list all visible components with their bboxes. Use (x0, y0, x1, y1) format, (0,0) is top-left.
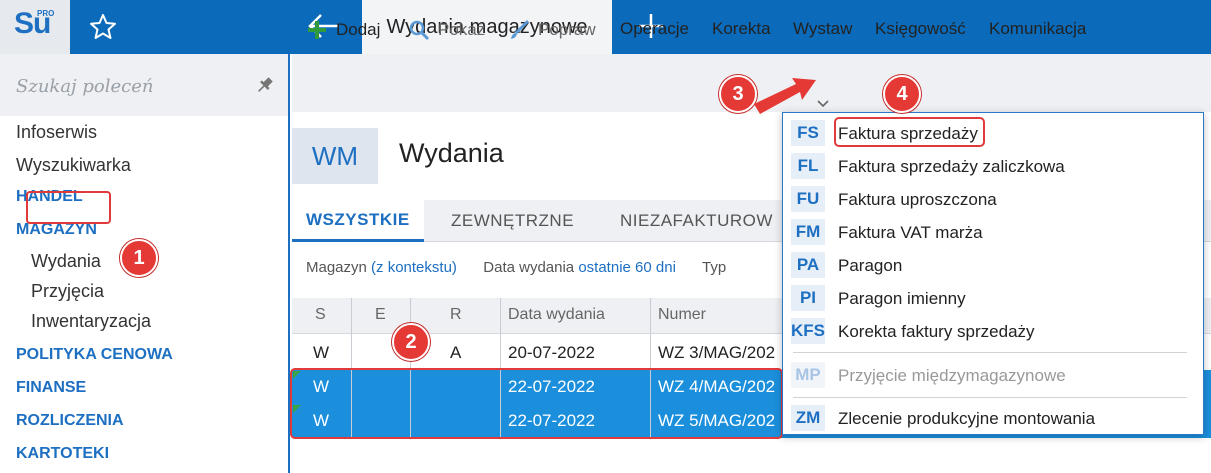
brush-icon (511, 19, 530, 39)
filter-data-label: Data wydania (483, 259, 575, 276)
komunikacja-menu[interactable]: Komunikacja (989, 19, 1086, 39)
highlight-box-faktura (834, 117, 985, 147)
tab-zewnetrzne[interactable]: ZEWNĘTRZNE (451, 200, 574, 242)
popraw-button[interactable]: Popraw (508, 19, 596, 41)
column-s[interactable]: S (315, 306, 326, 324)
plus-icon (308, 21, 326, 39)
pokaz-button[interactable]: Pokaż (408, 19, 485, 41)
highlight-box-wydania (26, 191, 111, 224)
column-e[interactable]: E (375, 306, 386, 324)
filter-magazyn-value[interactable]: (z kontekstu) (371, 259, 457, 276)
module-badge: WM (292, 128, 378, 184)
menu-item-label: Korekta faktury sprzedaży (838, 322, 1035, 341)
menu-item-mp: MP Przyjęcie międzymagazynowe (783, 358, 1203, 391)
sidebar-item-wyszukiwarka[interactable]: Wyszukiwarka (16, 155, 131, 176)
sidebar-item-infoserwis[interactable]: Infoserwis (16, 122, 97, 143)
menu-item-kfs[interactable]: KFS Korekta faktury sprzedaży (783, 314, 1203, 347)
callout-badge-3: 3 (719, 75, 757, 113)
callout-badge-2: 2 (392, 323, 430, 361)
sidebar-item-kartoteki[interactable]: KARTOTEKI (16, 445, 109, 463)
sidebar-item-finanse[interactable]: FINANSE (16, 379, 86, 397)
menu-item-fl[interactable]: FL Faktura sprzedaży zaliczkowa (783, 149, 1203, 182)
popraw-label: Popraw (538, 20, 596, 39)
sidebar-item-rozliczenia[interactable]: ROZLICZENIA (16, 412, 124, 430)
search-input[interactable] (16, 72, 236, 100)
korekta-menu[interactable]: Korekta (712, 19, 771, 39)
menu-item-label: Paragon imienny (838, 289, 966, 308)
filter-magazyn-label: Magazyn (306, 259, 367, 276)
column-data-wydania[interactable]: Data wydania (508, 306, 605, 324)
menu-item-code: PI (791, 285, 825, 311)
menu-separator (793, 352, 1187, 353)
highlight-box-rows (290, 368, 783, 439)
filter-data-value[interactable]: ostatnie 60 dni (578, 259, 676, 276)
wystaw-dropdown: FS Faktura sprzedaży FL Faktura sprzedaż… (782, 112, 1204, 435)
wystaw-menu[interactable]: Wystaw (793, 19, 852, 39)
cell-number: WZ 3/MAG/202 (658, 343, 776, 362)
filter-bar: Magazyn (z kontekstu) Data wydania ostat… (306, 259, 726, 276)
sidebar-item-polityka-cenowa[interactable]: POLITYKA CENOWA (16, 346, 173, 364)
callout-badge-1: 1 (120, 239, 158, 277)
menu-item-label: Faktura uproszczona (838, 190, 997, 209)
callout-arrow-icon (754, 78, 816, 114)
cell-r: A (450, 343, 462, 362)
tab-wszystkie[interactable]: WSZYSTKIE (292, 200, 424, 242)
dodaj-label: Dodaj (336, 20, 381, 39)
menu-item-label: Paragon (838, 256, 903, 275)
menu-item-label: Zlecenie produkcyjne montowania (838, 409, 1096, 428)
column-r[interactable]: R (450, 306, 462, 324)
sidebar-item-inwentaryzacja[interactable]: Inwentaryzacja (31, 311, 151, 332)
logo-sup: PRO (37, 9, 55, 18)
menu-item-code: MP (791, 362, 825, 388)
menu-item-fu[interactable]: FU Faktura uproszczona (783, 182, 1203, 215)
pin-icon[interactable] (255, 75, 275, 95)
tab-niezafakturowane[interactable]: NIEZAFAKTUROW (620, 200, 773, 242)
page-title: Wydania (399, 138, 504, 168)
search-box (0, 54, 288, 116)
cell-date: 20-07-2022 (508, 343, 595, 362)
menu-item-pa[interactable]: PA Paragon (783, 248, 1203, 281)
sidebar-item-wydania[interactable]: Wydania (31, 251, 101, 272)
search-icon (409, 20, 430, 41)
menu-item-fm[interactable]: FM Faktura VAT marża (783, 215, 1203, 248)
menu-item-code: FU (791, 186, 825, 212)
menu-separator (793, 397, 1187, 398)
menu-item-pi[interactable]: PI Paragon imienny (783, 281, 1203, 314)
menu-item-label: Faktura VAT marża (838, 223, 983, 242)
menu-item-label: Przyjęcie międzymagazynowe (838, 366, 1066, 385)
star-icon[interactable] (88, 12, 118, 42)
menu-item-code: FS (791, 120, 825, 146)
menu-item-code: KFS (791, 318, 825, 344)
menu-item-zm[interactable]: ZM Zlecenie produkcyjne montowania (783, 401, 1203, 434)
operacje-menu[interactable]: Operacje (620, 19, 689, 39)
menu-item-code: FM (791, 219, 825, 245)
callout-badge-4: 4 (883, 75, 921, 113)
menu-item-code: PA (791, 252, 825, 278)
ksiegowosc-menu[interactable]: Księgowość (875, 19, 966, 39)
menu-item-code: FL (791, 153, 825, 179)
app-logo[interactable]: Su PRO (0, 0, 70, 54)
menu-item-code: ZM (791, 405, 825, 431)
column-numer[interactable]: Numer (658, 306, 706, 324)
pokaz-label: Pokaż (438, 20, 486, 39)
dodaj-button[interactable]: Dodaj (306, 19, 380, 41)
menu-item-label: Faktura sprzedaży zaliczkowa (838, 157, 1065, 176)
cell-s: W (313, 343, 330, 362)
sidebar-item-przyjecia[interactable]: Przyjęcia (31, 281, 104, 302)
filter-typ-label[interactable]: Typ (702, 259, 726, 276)
